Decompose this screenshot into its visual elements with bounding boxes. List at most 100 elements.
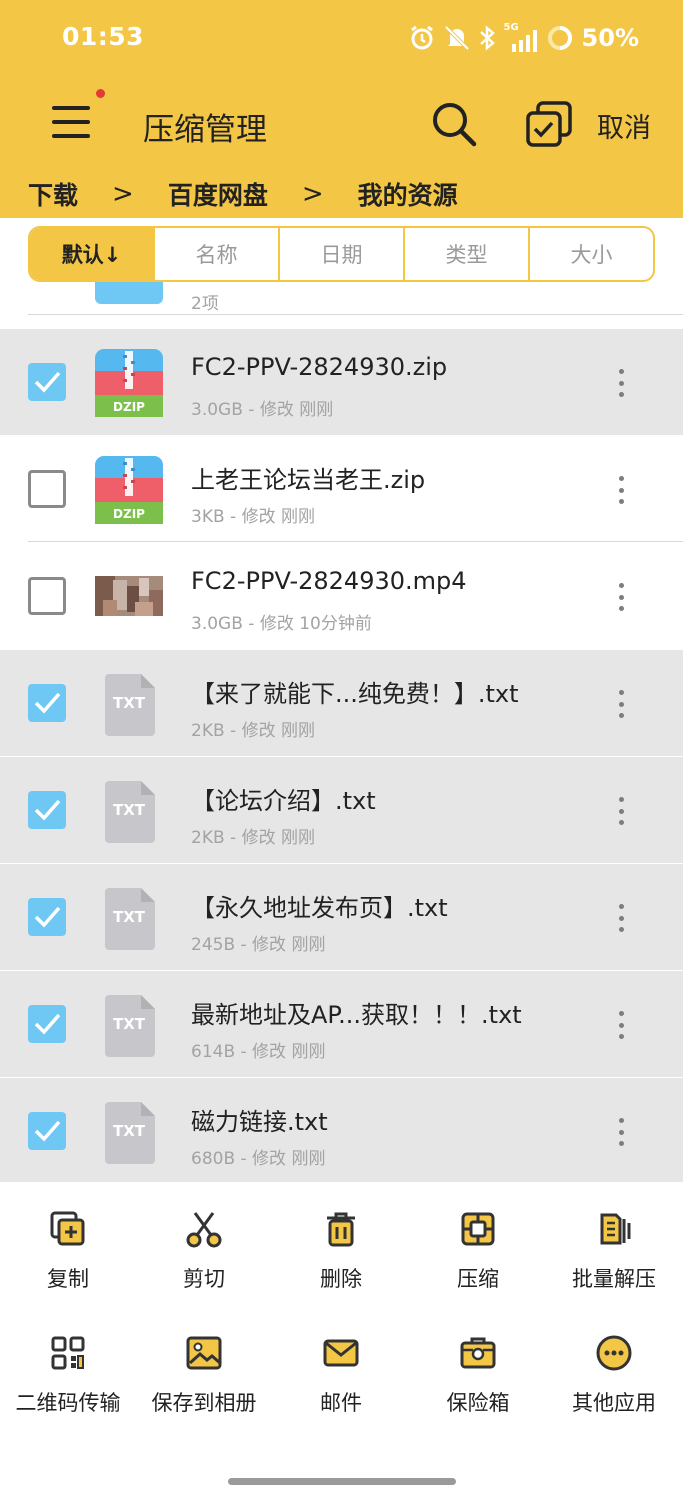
battery-ring-icon: [547, 26, 572, 50]
more-options-button[interactable]: [612, 579, 630, 615]
qr-transfer-button[interactable]: 二维码传输: [0, 1333, 136, 1417]
qr-code-icon: [51, 1336, 85, 1370]
file-meta: 680B - 修改 刚刚: [191, 1149, 326, 1169]
action-label: 邮件: [320, 1391, 362, 1415]
zip-icon: DZIP: [95, 456, 163, 524]
checkbox-checked[interactable]: [28, 1112, 66, 1150]
checkbox[interactable]: [28, 470, 66, 508]
sort-tab-name[interactable]: 名称: [155, 228, 280, 280]
compress-icon: [461, 1212, 495, 1246]
checkbox-checked[interactable]: [28, 363, 66, 401]
list-item[interactable]: TXT 【论坛介绍】.txt 2KB - 修改 刚刚: [0, 757, 683, 863]
list-item[interactable]: DZIP FC2-PPV-2824930.zip 3.0GB - 修改 刚刚: [0, 329, 683, 435]
more-options-button[interactable]: [612, 793, 630, 829]
trash-icon: [327, 1212, 355, 1247]
menu-button[interactable]: [50, 100, 96, 144]
file-meta: 3.0GB - 修改 10分钟前: [191, 614, 372, 634]
batch-extract-icon: [600, 1213, 631, 1245]
mute-bell-icon: [444, 25, 469, 51]
more-options-button[interactable]: [612, 472, 630, 508]
check-icon: [34, 799, 61, 821]
checkbox-checked[interactable]: [28, 1005, 66, 1043]
action-label: 剪切: [183, 1267, 225, 1291]
more-options-button[interactable]: [612, 900, 630, 936]
list-item[interactable]: DZIP 上老王论坛当老王.zip 3KB - 修改 刚刚: [0, 436, 683, 542]
signal-icon: [511, 30, 537, 52]
other-apps-button[interactable]: 其他应用: [546, 1333, 682, 1417]
list-item[interactable]: TXT 最新地址及AP...获取！！！.txt 614B - 修改 刚刚: [0, 971, 683, 1077]
delete-button[interactable]: 删除: [273, 1209, 409, 1293]
svg-text:TXT: TXT: [113, 694, 146, 712]
save-to-album-button[interactable]: 保存到相册: [136, 1333, 272, 1417]
sort-tab-date[interactable]: 日期: [280, 228, 405, 280]
breadcrumb-item-downloads[interactable]: 下载: [28, 176, 78, 212]
search-button[interactable]: [430, 100, 478, 148]
divider: [28, 314, 683, 315]
action-panel: 复制 剪切 删除 压缩 批量解压 二维码传输 保存到相册 邮件 保险箱 其他应用: [0, 1183, 683, 1500]
safe-box-icon: [460, 1337, 496, 1369]
txt-icon: TXT: [95, 1098, 163, 1166]
check-icon: [34, 1013, 61, 1035]
sort-tab-type[interactable]: 类型: [405, 228, 530, 280]
scissors-icon: [186, 1212, 222, 1248]
file-meta: 614B - 修改 刚刚: [191, 1042, 326, 1062]
breadcrumb-item-baidu[interactable]: 百度网盘: [168, 176, 268, 212]
list-item[interactable]: TXT 【来了就能下...纯免费！】.txt 2KB - 修改 刚刚: [0, 650, 683, 756]
more-options-button[interactable]: [612, 1007, 630, 1043]
signal-indicator: 5G: [504, 22, 538, 52]
cut-button[interactable]: 剪切: [136, 1209, 272, 1293]
svg-text:TXT: TXT: [113, 1015, 146, 1033]
home-indicator[interactable]: [228, 1478, 456, 1485]
file-name: 【来了就能下...纯免费！】.txt: [191, 680, 519, 708]
more-options-button[interactable]: [612, 365, 630, 401]
file-name: 上老王论坛当老王.zip: [191, 466, 426, 494]
list-item[interactable]: FC2-PPV-2824930.mp4 3.0GB - 修改 10分钟前: [0, 543, 683, 649]
svg-text:TXT: TXT: [113, 801, 146, 819]
compress-button[interactable]: 压缩: [410, 1209, 546, 1293]
image-icon: [186, 1336, 222, 1370]
list-item[interactable]: TXT 【永久地址发布页】.txt 245B - 修改 刚刚: [0, 864, 683, 970]
list-item[interactable]: TXT 磁力链接.txt 680B - 修改 刚刚: [0, 1078, 683, 1182]
file-meta: 3KB - 修改 刚刚: [191, 507, 315, 527]
action-label: 批量解压: [572, 1267, 656, 1291]
more-options-button[interactable]: [612, 1114, 630, 1150]
status-time: 01:53: [62, 22, 145, 51]
more-options-button[interactable]: [612, 686, 630, 722]
checkbox-checked[interactable]: [28, 791, 66, 829]
file-name: 磁力链接.txt: [191, 1108, 328, 1136]
status-icons: 5G 50%: [408, 20, 639, 56]
select-all-button[interactable]: [524, 99, 574, 149]
check-icon: [34, 1120, 61, 1142]
batch-extract-button[interactable]: 批量解压: [546, 1209, 682, 1293]
txt-icon: TXT: [95, 670, 163, 738]
zip-icon: DZIP: [95, 349, 163, 417]
file-name: FC2-PPV-2824930.mp4: [191, 567, 467, 595]
checkbox-checked[interactable]: [28, 898, 66, 936]
svg-text:DZIP: DZIP: [113, 507, 145, 521]
cancel-button[interactable]: 取消: [597, 106, 651, 145]
checkbox[interactable]: [28, 577, 66, 615]
sort-tab-size[interactable]: 大小: [530, 228, 653, 280]
divider: [28, 541, 683, 542]
video-thumbnail: [95, 576, 163, 616]
search-icon: [433, 103, 477, 147]
mail-button[interactable]: 邮件: [273, 1333, 409, 1417]
action-label: 二维码传输: [15, 1391, 121, 1415]
txt-icon: TXT: [95, 991, 163, 1059]
action-label: 复制: [47, 1267, 89, 1291]
battery-level: 50%: [581, 24, 639, 52]
action-label: 保险箱: [446, 1391, 510, 1415]
breadcrumb-item-current[interactable]: 我的资源: [358, 176, 458, 212]
sort-tab-default[interactable]: 默认↓: [30, 228, 155, 280]
check-icon: [34, 692, 61, 714]
safe-box-button[interactable]: 保险箱: [410, 1333, 546, 1417]
file-name: 【永久地址发布页】.txt: [191, 894, 448, 922]
file-name: 最新地址及AP...获取！！！.txt: [191, 1001, 522, 1029]
copy-button[interactable]: 复制: [0, 1209, 136, 1293]
list-item-folder-partial[interactable]: 2项: [0, 282, 683, 328]
notification-dot: [96, 89, 105, 98]
mail-icon: [323, 1339, 359, 1367]
checkbox-checked[interactable]: [28, 684, 66, 722]
check-icon: [34, 371, 61, 393]
file-name: 【论坛介绍】.txt: [191, 787, 376, 815]
